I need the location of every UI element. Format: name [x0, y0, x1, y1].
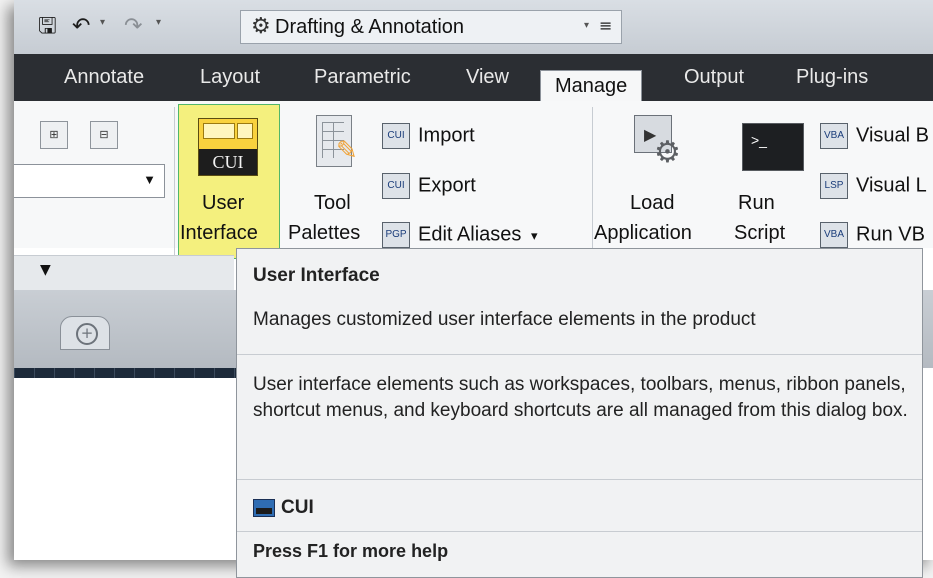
panel-title-bar[interactable]: ▼ — [14, 255, 234, 291]
chevron-down-icon: ▾ — [530, 228, 538, 244]
redo-dropdown-icon[interactable]: ▾ — [156, 17, 161, 28]
visual-lisp-editor-button[interactable]: LSP Visual L — [820, 173, 927, 199]
run-vba-icon: VBA — [820, 222, 848, 248]
tooltip-extended-help: User interface elements such as workspac… — [253, 374, 908, 421]
tool-icon-1[interactable]: ⊞ — [40, 121, 68, 149]
ribbon-tab-bar: Annotate Layout Parametric View Manage O… — [14, 54, 933, 103]
vba-icon: VBA — [820, 123, 848, 149]
tool-palettes-label-line1[interactable]: Tool — [314, 192, 351, 215]
run-script-label-line2[interactable]: Script — [734, 222, 785, 245]
workspace-label: Drafting & Annotation — [275, 16, 465, 38]
edit-aliases-icon: PGP — [382, 222, 410, 248]
cui-command-icon — [253, 498, 275, 517]
tool-icon-2[interactable]: ⊟ — [90, 121, 118, 149]
visual-lisp-label: Visual L — [856, 174, 927, 197]
tooltip-description: Manages customized user interface elemen… — [253, 309, 756, 330]
tab-output[interactable]: Output — [684, 66, 744, 89]
tab-annotate[interactable]: Annotate — [64, 66, 144, 89]
gears-icon: ⚙ — [654, 136, 681, 169]
cui-icon-text: CUI — [199, 149, 257, 175]
tooltip-command: CUI — [253, 497, 314, 519]
redo-icon[interactable]: ↷ — [124, 14, 142, 40]
import-label: Import — [418, 124, 475, 147]
pencil-icon: ✎ — [336, 135, 358, 165]
tooltip-divider — [237, 354, 922, 355]
gear-icon: ⚙ — [251, 14, 271, 39]
workspace-dropdown-icon[interactable]: ▾ — [584, 20, 589, 31]
load-application-label-line2[interactable]: Application — [594, 222, 692, 245]
user-interface-label-line1: User — [202, 192, 245, 214]
run-vba-label: Run VB — [856, 223, 925, 246]
new-tab-button[interactable]: + — [60, 316, 110, 350]
workspace-switcher[interactable]: ⚙ Drafting & Annotation — [240, 10, 622, 44]
export-icon: CUI — [382, 173, 410, 199]
tab-manage[interactable]: Manage — [540, 70, 643, 103]
plus-icon: + — [76, 323, 98, 345]
tab-layout[interactable]: Layout — [200, 66, 260, 89]
visual-basic-editor-button[interactable]: VBA Visual B — [820, 123, 929, 149]
tooltip-command-name: CUI — [281, 497, 314, 518]
tab-plug-ins[interactable]: Plug-ins — [796, 66, 868, 89]
user-interface-label-line2: Interface — [180, 222, 258, 244]
tool-palettes-label-line2[interactable]: Palettes — [288, 222, 360, 245]
run-script-label-line1[interactable]: Run — [738, 192, 775, 215]
ribbon-panel: ⊞ ⊟ ▼ CUI User Interface ✎ Tool Palettes… — [14, 101, 933, 305]
undo-icon[interactable]: ↶ — [72, 14, 90, 40]
edit-aliases-label: Edit Aliases — [418, 223, 522, 246]
save-icon[interactable]: 🖫 — [38, 14, 57, 40]
export-label: Export — [418, 174, 476, 197]
tooltip-divider — [237, 479, 922, 480]
quick-access-toolbar: 🖫 ↶ ▾ ↷ ▾ ⚙ Drafting & Annotation ▾ ≡ — [14, 0, 933, 55]
tooltip-help-hint: Press F1 for more help — [253, 541, 449, 561]
chevron-down-icon[interactable]: ▼ — [40, 262, 51, 278]
drawing-ruler — [14, 368, 236, 378]
edit-aliases-button[interactable]: PGP Edit Aliases ▾ — [382, 222, 537, 248]
run-vba-macro-button[interactable]: VBA Run VB — [820, 222, 925, 248]
qat-menu-icon[interactable]: ≡ — [599, 13, 612, 39]
tooltip: User Interface Manages customized user i… — [236, 248, 923, 578]
ribbon-combo-box[interactable]: ▼ — [14, 164, 165, 198]
export-button[interactable]: CUI Export — [382, 173, 476, 199]
tooltip-title: User Interface — [253, 265, 380, 286]
lsp-icon: LSP — [820, 173, 848, 199]
import-icon: CUI — [382, 123, 410, 149]
undo-dropdown-icon[interactable]: ▾ — [100, 17, 105, 28]
tab-parametric[interactable]: Parametric — [314, 66, 411, 89]
run-script-icon: >_ — [742, 123, 804, 171]
visual-basic-label: Visual B — [856, 124, 930, 147]
import-button[interactable]: CUI Import — [382, 123, 475, 149]
chevron-down-icon: ▼ — [143, 172, 156, 187]
tab-view[interactable]: View — [466, 66, 509, 89]
load-application-label-line1[interactable]: Load — [630, 192, 675, 215]
tooltip-divider — [237, 531, 922, 532]
cui-icon: CUI — [198, 118, 258, 176]
